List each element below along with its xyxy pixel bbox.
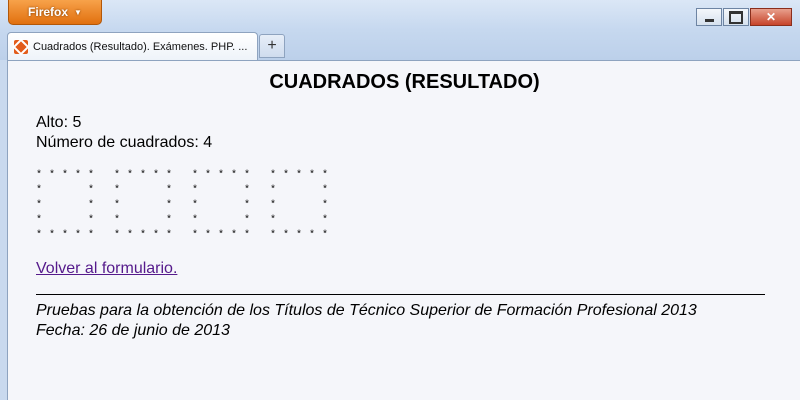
squares-output: * * * * * * * * * * * * * * * * * * * * … xyxy=(36,170,329,241)
window-titlebar: Firefox ▼ ✕ xyxy=(0,0,800,30)
plus-icon: + xyxy=(267,37,277,54)
maximize-button[interactable] xyxy=(723,8,749,26)
close-window-button[interactable]: ✕ xyxy=(750,8,792,26)
close-icon: ✕ xyxy=(765,10,777,24)
page-favicon-icon xyxy=(14,39,28,54)
tab-active[interactable]: Cuadrados (Resultado). Exámenes. PHP. ..… xyxy=(7,32,258,60)
tab-strip: Cuadrados (Resultado). Exámenes. PHP. ..… xyxy=(0,30,800,60)
page-footer: Pruebas para la obtención de los Títulos… xyxy=(36,301,697,341)
new-tab-button[interactable]: + xyxy=(259,34,285,58)
minimize-button[interactable] xyxy=(696,8,722,26)
back-to-form-link[interactable]: Volver al formulario. xyxy=(36,260,177,278)
page-content: CUADRADOS (RESULTADO) Alto: 5 Número de … xyxy=(7,60,800,400)
result-info: Alto: 5 Número de cuadrados: 4 xyxy=(36,113,212,153)
tab-title: Cuadrados (Resultado). Exámenes. PHP. ..… xyxy=(33,40,248,53)
horizontal-rule xyxy=(36,294,765,295)
footer-date-text: Fecha: 26 de junio de 2013 xyxy=(36,322,230,339)
footer-exam-text: Pruebas para la obtención de los Títulos… xyxy=(36,302,697,319)
square-count-text: Número de cuadrados: 4 xyxy=(36,134,213,151)
alto-text: Alto: 5 xyxy=(36,114,82,131)
dropdown-arrow-icon: ▼ xyxy=(74,7,82,17)
window-controls: ✕ xyxy=(696,8,792,26)
firefox-menu-label: Firefox xyxy=(28,5,69,19)
firefox-menu-button[interactable]: Firefox ▼ xyxy=(8,0,102,25)
page-title: CUADRADOS (RESULTADO) xyxy=(269,71,540,93)
